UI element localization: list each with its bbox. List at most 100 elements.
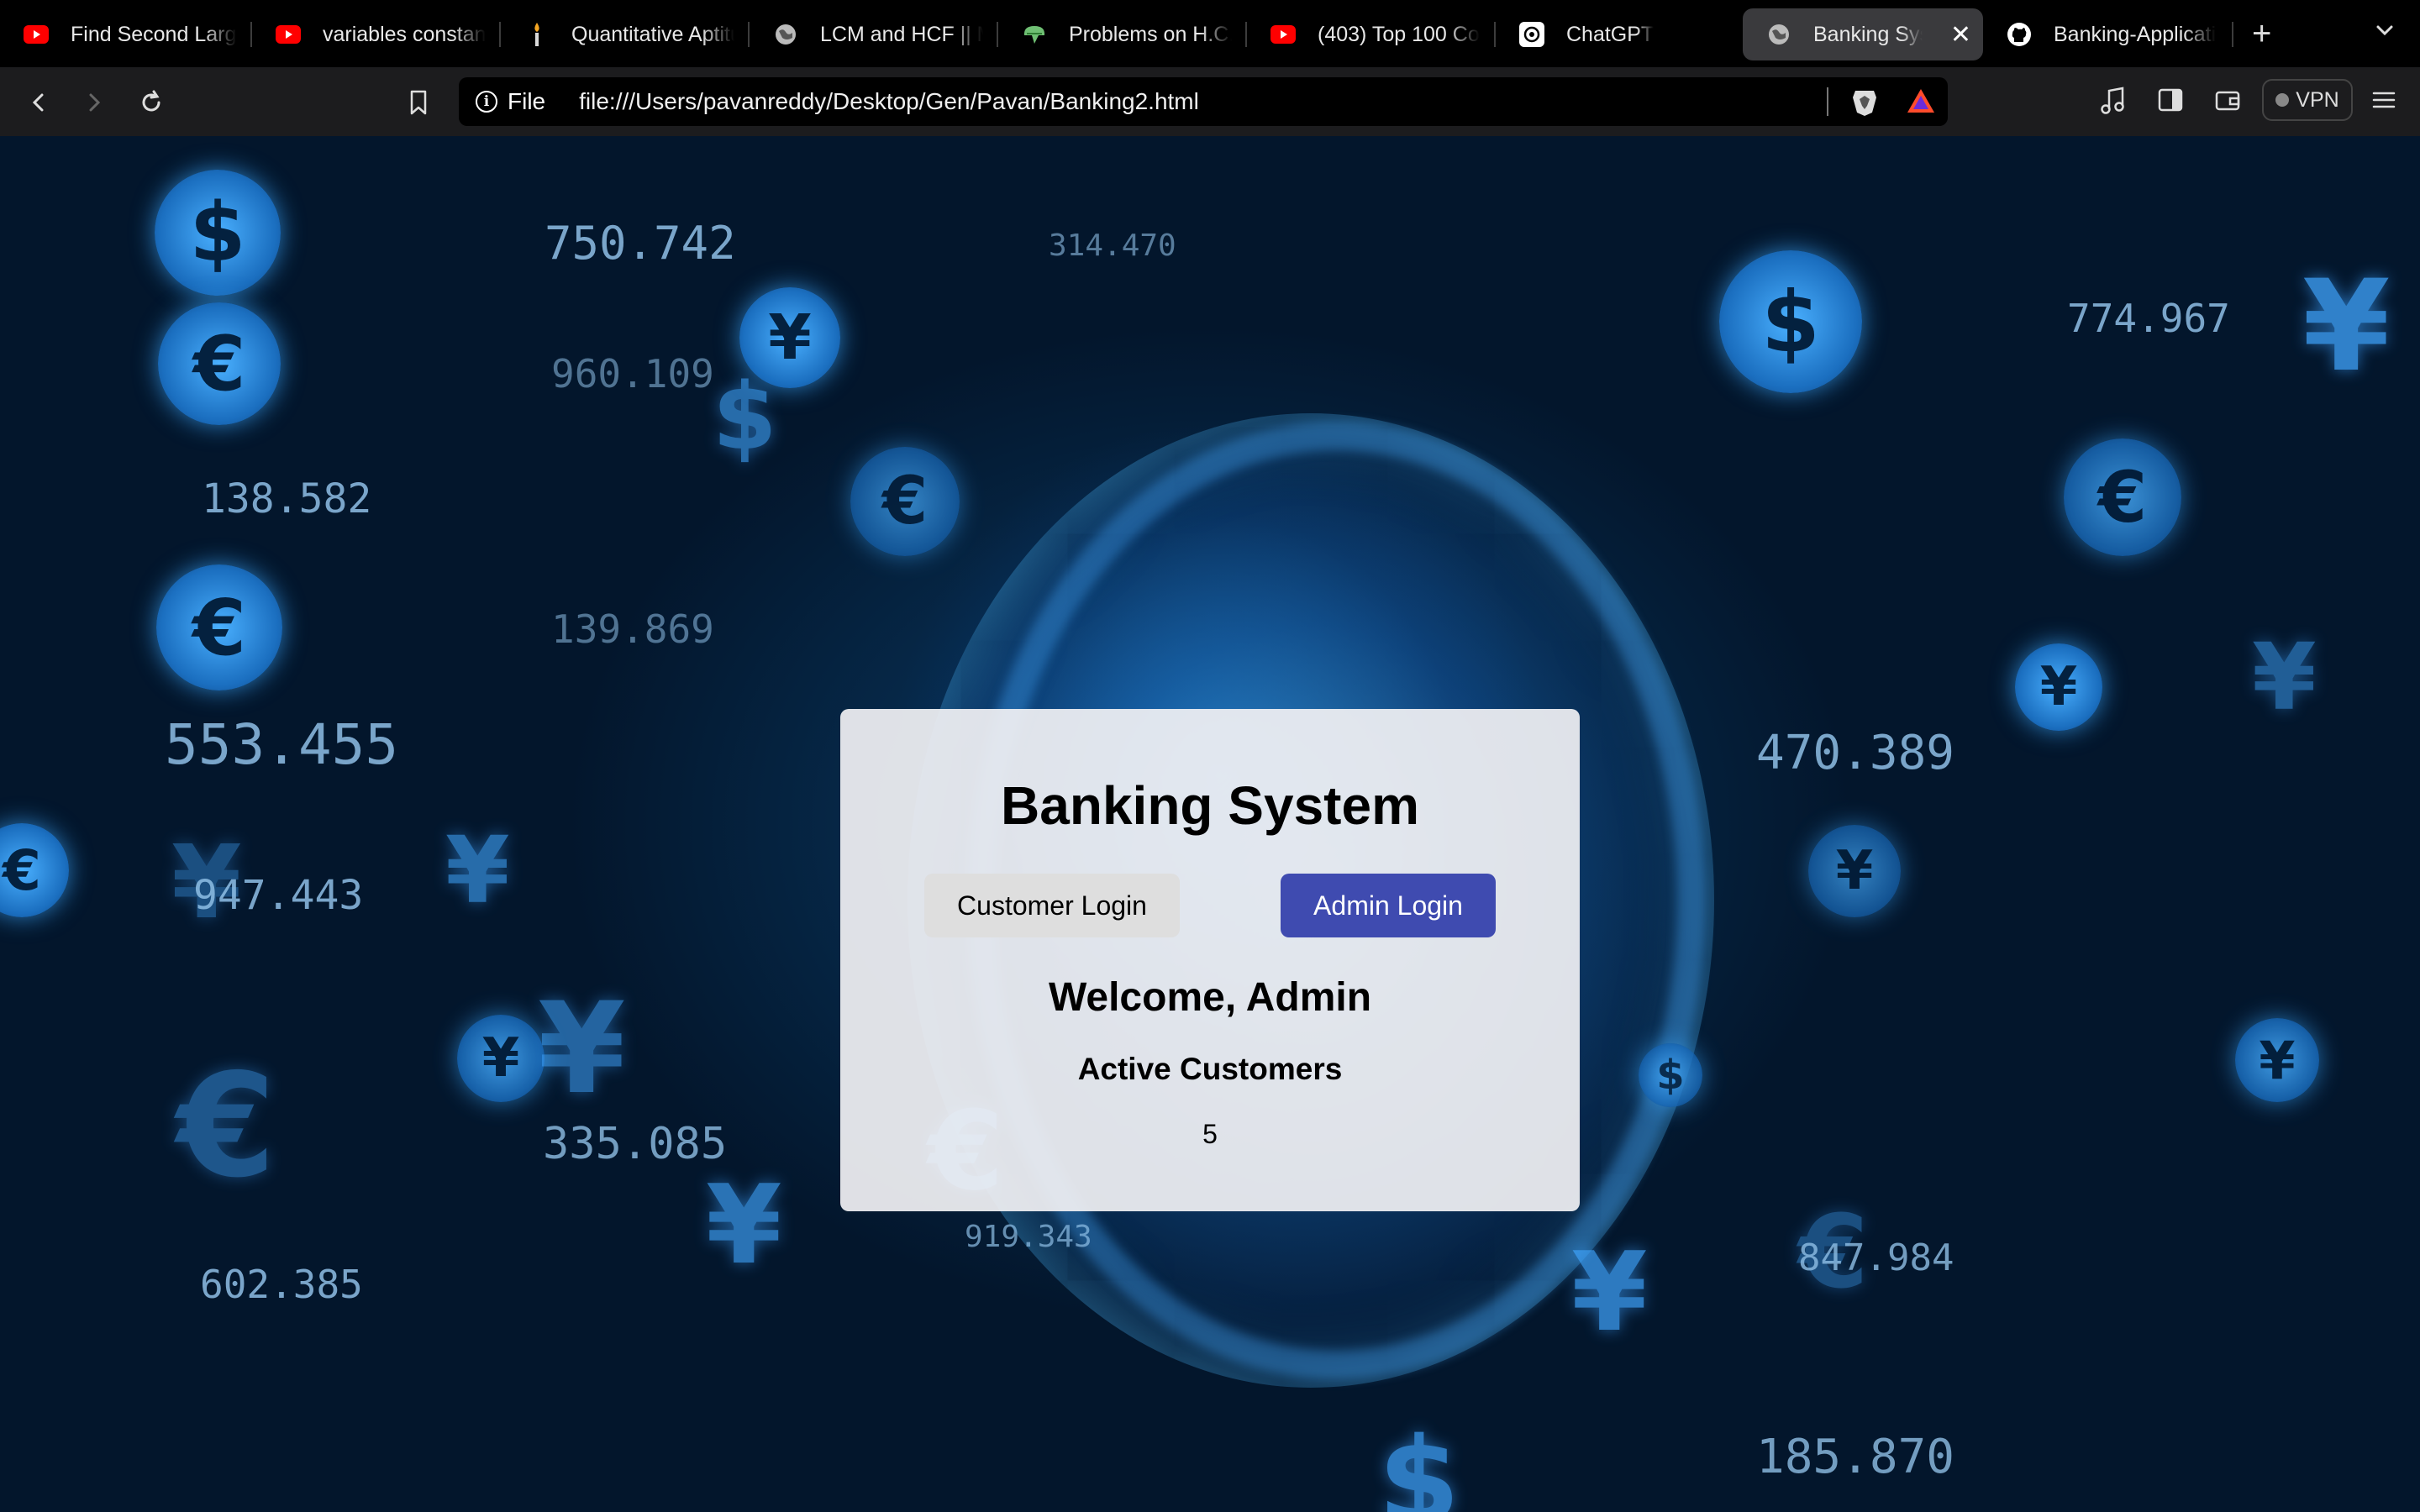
euro-coin-icon: € [156, 564, 282, 690]
tab-top-100[interactable]: (403) Top 100 Co [1247, 8, 1492, 60]
new-tab-button[interactable]: + [2252, 13, 2271, 54]
background-number: 470.389 [1756, 726, 1955, 780]
bookmark-icon [410, 90, 427, 115]
youtube-icon [1270, 22, 1296, 47]
tab-title: (403) Top 100 Co [1318, 22, 1480, 46]
background-number: 919.343 [965, 1220, 1092, 1254]
background-number: 314.470 [1049, 228, 1176, 263]
address-bar[interactable]: i File file:///Users/pavanreddy/Desktop/… [459, 77, 1948, 126]
tab-strip: Find Second Large variables constant Qua… [0, 0, 2420, 67]
yen-icon: ¥ [538, 976, 626, 1122]
tab-title: Find Second Large [71, 22, 237, 46]
customer-login-button[interactable]: Customer Login [924, 874, 1180, 937]
tab-variables-constants[interactable]: variables constant [252, 8, 497, 60]
globe-icon [1766, 22, 1791, 47]
site-info-button[interactable]: i File [476, 88, 545, 115]
tab-problems-hcf[interactable]: Problems on H.C.F [998, 8, 1244, 60]
background-number: 185.870 [1756, 1430, 1955, 1484]
reload-icon [142, 90, 160, 112]
dollar-coin-icon: $ [155, 170, 281, 296]
tab-title: ChatGPT [1566, 22, 1655, 46]
tab-title: variables constant [323, 22, 486, 46]
brain-icon [1022, 22, 1047, 47]
globe-icon [773, 22, 798, 47]
brave-shield-icon[interactable] [1850, 87, 1879, 122]
youtube-icon [24, 22, 49, 47]
bookmark-button[interactable] [402, 86, 435, 119]
euro-coin-icon: € [158, 302, 281, 425]
background-number: 335.085 [543, 1119, 728, 1169]
background-number: 139.869 [551, 606, 714, 652]
tab-title: Banking-Applicati [2054, 22, 2217, 46]
info-icon: i [476, 91, 497, 113]
tab-title: Banking Syste [1813, 22, 1923, 46]
tab-separator [2232, 22, 2233, 47]
background-number: 602.385 [200, 1262, 363, 1307]
yen-icon: ¥ [445, 816, 510, 924]
vpn-status-icon [2275, 93, 2290, 107]
background-number: 138.582 [202, 475, 372, 522]
dollar-coin-icon: $ [1719, 250, 1862, 393]
euro-icon: € [176, 1043, 276, 1210]
euro-coin-icon: € [0, 823, 69, 917]
tab-title: LCM and HCF || M [820, 22, 983, 46]
yen-coin-icon: ¥ [457, 1015, 544, 1102]
yen-coin-icon: ¥ [2015, 643, 2102, 731]
chatgpt-icon [1519, 22, 1544, 47]
euro-coin-icon: € [2064, 438, 2181, 556]
active-customers-count: 5 [1202, 1119, 1218, 1149]
euro-coin-icon: € [850, 447, 960, 556]
welcome-heading: Welcome, Admin [1048, 975, 1372, 1020]
wallet-icon[interactable] [2213, 86, 2242, 118]
yen-icon: ¥ [2302, 254, 2391, 400]
yen-icon: ¥ [706, 1161, 782, 1289]
sidebar-icon[interactable] [2156, 86, 2185, 118]
background-number: 960.109 [551, 351, 714, 396]
yen-icon: ¥ [2252, 623, 2317, 731]
arrow-right-icon [89, 93, 101, 112]
tab-banking-application[interactable]: Banking-Applicati [1983, 8, 2230, 60]
arrow-left-icon [32, 93, 44, 112]
vpn-button[interactable]: VPN [2262, 79, 2353, 121]
admin-login-button[interactable]: Admin Login [1281, 874, 1496, 937]
reload-button[interactable] [134, 86, 168, 119]
menu-icon[interactable] [2370, 86, 2398, 118]
brave-rewards-icon[interactable] [1906, 87, 1936, 118]
github-icon [2007, 22, 2032, 47]
dollar-coin-icon: $ [1639, 1043, 1702, 1107]
vpn-label: VPN [2296, 87, 2339, 112]
page-background: $ € € ¥ € $ € ¥ € ¥ ¥ $ ¥ $ ¥ ¥ € ¥ ¥ $ … [0, 136, 2420, 1512]
tab-quantitative-aptitude[interactable]: Quantitative Aptitu [501, 8, 746, 60]
media-icon[interactable] [2099, 86, 2128, 120]
forward-button[interactable] [77, 86, 111, 119]
dollar-icon: $ [1378, 1413, 1460, 1512]
yen-icon: ¥ [1571, 1228, 1648, 1356]
chevron-down-icon [2376, 25, 2393, 36]
active-customers-heading: Active Customers [1077, 1052, 1343, 1086]
background-number: 553.455 [165, 712, 399, 777]
dollar-icon: $ [713, 363, 777, 470]
address-divider [1827, 87, 1828, 116]
page-title: Banking System [1001, 775, 1419, 836]
tab-banking-system[interactable]: Banking Syste ✕ [1743, 8, 1983, 60]
background-number: 774.967 [2067, 296, 2230, 341]
scheme-label: File [508, 88, 546, 114]
tab-search-button[interactable] [2368, 13, 2402, 51]
tab-lcm-hcf[interactable]: LCM and HCF || M [750, 8, 995, 60]
candle-icon [524, 22, 550, 47]
tab-chatgpt[interactable]: ChatGPT [1496, 8, 1739, 60]
background-number: 847.984 [1798, 1236, 1954, 1279]
tab-title: Quantitative Aptitu [571, 22, 734, 46]
youtube-icon [276, 22, 301, 47]
banking-card: Banking System Customer Login Admin Logi… [840, 709, 1580, 1211]
yen-coin-icon: ¥ [1808, 825, 1901, 917]
background-number: 947.443 [193, 872, 364, 919]
tab-title: Problems on H.C.F [1069, 22, 1232, 46]
url-text[interactable]: file:///Users/pavanreddy/Desktop/Gen/Pav… [579, 88, 1199, 115]
yen-coin-icon: ¥ [2235, 1018, 2319, 1102]
browser-toolbar: i File file:///Users/pavanreddy/Desktop/… [0, 67, 2420, 136]
tab-find-second-largest[interactable]: Find Second Large [0, 8, 249, 60]
close-tab-icon[interactable]: ✕ [1940, 20, 1971, 50]
background-number: 750.742 [544, 217, 736, 270]
back-button[interactable] [22, 86, 55, 119]
